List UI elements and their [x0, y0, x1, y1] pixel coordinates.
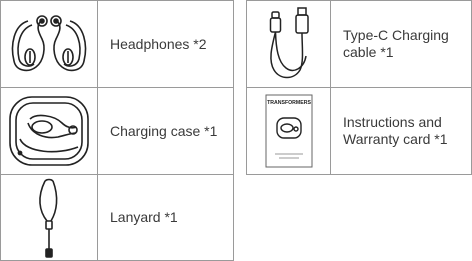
item-image-cell	[0, 174, 98, 261]
package-contents-right: Type-C Charging cable *1 TRANSFORMERS In…	[246, 0, 472, 175]
item-row-headphones: Headphones *2	[0, 0, 234, 88]
item-row-case: Charging case *1	[0, 87, 234, 175]
item-label-cable: Type-C Charging cable *1	[330, 0, 472, 88]
manual-cover-title: TRANSFORMERS	[267, 100, 311, 106]
item-image-cell	[246, 0, 331, 88]
item-row-lanyard: Lanyard *1	[0, 174, 234, 261]
item-row-cable: Type-C Charging cable *1	[246, 0, 472, 88]
item-label-manual: Instructions and Warranty card *1	[330, 87, 472, 175]
usb-c-cable-icon	[269, 7, 309, 79]
item-row-manual: TRANSFORMERS Instructions and Warranty c…	[246, 87, 472, 175]
item-label-headphones: Headphones *2	[97, 0, 234, 88]
item-label-lanyard: Lanyard *1	[97, 174, 234, 261]
package-contents-left: Headphones *2 Charging case *1 Lanyard *…	[0, 0, 234, 261]
lanyard-icon	[39, 178, 58, 258]
item-image-cell	[0, 0, 98, 88]
item-label-case: Charging case *1	[97, 87, 234, 175]
earbuds-icon	[11, 15, 87, 72]
item-image-cell	[0, 87, 98, 175]
item-image-cell: TRANSFORMERS	[246, 87, 331, 175]
charging-case-icon	[9, 96, 89, 166]
manual-icon: TRANSFORMERS	[265, 94, 312, 168]
